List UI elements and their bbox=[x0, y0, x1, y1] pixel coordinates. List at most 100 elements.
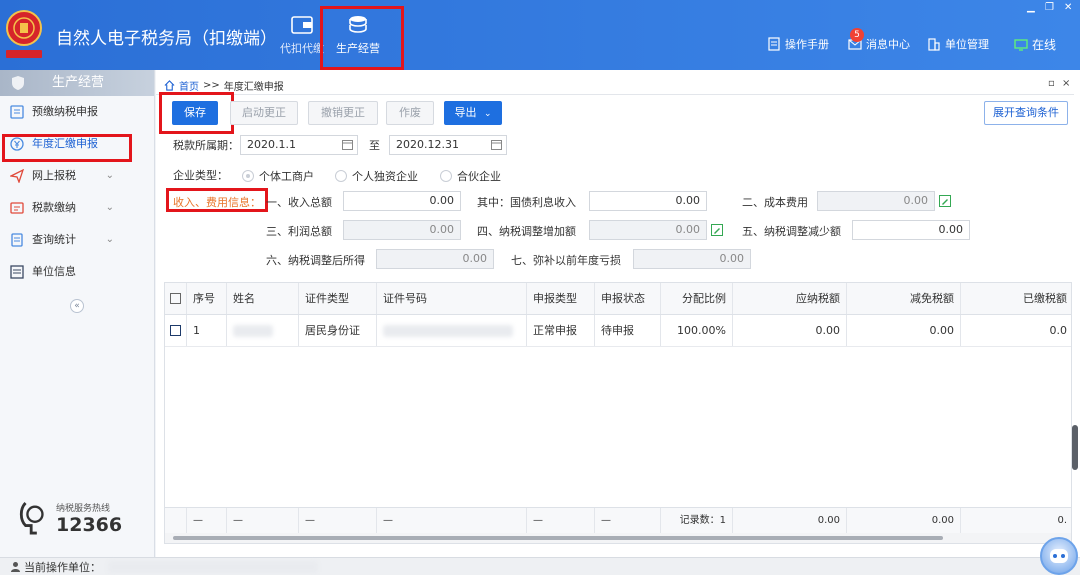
footer-status: — bbox=[595, 508, 661, 533]
period-to-label: 至 bbox=[369, 139, 380, 152]
sidebar-collapse-button[interactable]: « bbox=[70, 299, 84, 313]
unit-management-label: 单位管理 bbox=[945, 38, 989, 51]
hotline-number: 12366 bbox=[56, 514, 123, 536]
online-status-label: 在线 bbox=[1032, 38, 1057, 52]
sidebar-item-tax-payment[interactable]: 税款缴纳 ⌄ bbox=[0, 192, 154, 224]
sidebar-title: 生产经营 bbox=[52, 75, 105, 90]
col-index: 序号 bbox=[187, 283, 227, 314]
edit-icon[interactable] bbox=[711, 224, 723, 236]
breadcrumb-current: 年度汇缴申报 bbox=[223, 82, 284, 93]
enterprise-type-label: 企业类型： bbox=[173, 169, 228, 182]
cancel-correction-button[interactable]: 撤销更正 bbox=[308, 101, 378, 125]
redacted-id-number bbox=[383, 325, 513, 337]
breadcrumb-home[interactable]: 首页 bbox=[179, 78, 199, 93]
chevron-down-icon: ⌄ bbox=[483, 109, 492, 119]
tab-restore-button[interactable]: ▫ bbox=[1048, 78, 1055, 89]
row-checkbox[interactable] bbox=[170, 324, 181, 336]
tab-close-button[interactable]: × bbox=[1062, 78, 1070, 89]
total-profit-label: 三、利润总额 bbox=[266, 225, 332, 238]
cell-status: 待申报 bbox=[595, 315, 661, 346]
hotline-label: 纳税服务热线 bbox=[56, 504, 111, 514]
cell-tax-paid: 0.0 bbox=[1049, 324, 1068, 337]
cell-ratio: 100.00% bbox=[661, 315, 733, 346]
calendar-icon[interactable] bbox=[491, 139, 502, 150]
message-center-label: 消息中心 bbox=[866, 38, 910, 51]
prior-loss-input: 0.00 bbox=[633, 249, 751, 269]
period-from-input[interactable]: 2020.1.1 bbox=[240, 135, 358, 155]
sidebar-item-prepay[interactable]: 预缴纳税申报 bbox=[0, 96, 154, 128]
online-status-link[interactable]: 在线 bbox=[1014, 36, 1056, 53]
select-all-cell[interactable] bbox=[165, 283, 187, 314]
sidebar-item-label: 网上报税 bbox=[32, 169, 76, 182]
sidebar-item-online-filing[interactable]: 网上报税 ⌄ bbox=[0, 160, 154, 192]
sidebar-item-query-stats[interactable]: 查询统计 ⌄ bbox=[0, 224, 154, 256]
current-unit-label: 当前操作单位： bbox=[24, 561, 101, 574]
chevron-down-icon: ⌄ bbox=[105, 170, 114, 181]
wallet-icon bbox=[291, 16, 313, 34]
table-row[interactable]: 1 居民身份证 正常申报 待申报 100.00% 0.00 0.00 0.0 bbox=[165, 315, 1071, 347]
adj-decrease-input[interactable]: 0.00 bbox=[852, 220, 970, 240]
footer-tax-paid: 0. bbox=[1057, 515, 1067, 526]
total-income-input[interactable]: 0.00 bbox=[343, 191, 461, 211]
main-panel: 首页 >> 年度汇缴申报 ▫ × 保存 启动更正 撤销更正 作废 导出 ⌄ 展开… bbox=[156, 70, 1080, 557]
radio-sole-proprietorship[interactable]: 个人独资企业 bbox=[335, 168, 418, 184]
col-id-type: 证件类型 bbox=[299, 283, 377, 314]
export-button[interactable]: 导出 ⌄ bbox=[444, 101, 502, 125]
row-select-cell[interactable] bbox=[165, 315, 187, 346]
col-declare-type: 申报类型 bbox=[527, 283, 595, 314]
vertical-scrollbar-thumb[interactable] bbox=[1072, 425, 1078, 470]
radio-individual-business[interactable]: 个体工商户 bbox=[242, 168, 314, 184]
bond-interest-input[interactable]: 0.00 bbox=[589, 191, 707, 211]
cost-label: 二、成本费用 bbox=[742, 196, 808, 209]
horizontal-scrollbar-thumb[interactable] bbox=[173, 536, 943, 540]
adjusted-income-label: 六、纳税调整后所得 bbox=[266, 254, 365, 267]
close-window-button[interactable]: ✕ bbox=[1064, 2, 1072, 13]
redacted-name bbox=[233, 325, 273, 337]
period-to-value: 2020.12.31 bbox=[396, 138, 459, 151]
void-button[interactable]: 作废 bbox=[386, 101, 434, 125]
footer-record-count: 记录数：1 bbox=[661, 508, 733, 533]
breadcrumb-divider bbox=[156, 94, 1074, 95]
footer-index: — bbox=[187, 508, 227, 533]
hotline-headset-icon bbox=[19, 501, 44, 535]
horizontal-scrollbar[interactable] bbox=[165, 533, 1071, 543]
footer-tax-reduction: 0.00 bbox=[847, 508, 961, 533]
radio-partnership[interactable]: 合伙企业 bbox=[440, 168, 501, 184]
sidebar-item-unit-info[interactable]: 单位信息 bbox=[0, 256, 154, 288]
adj-increase-label: 四、纳税调整增加额 bbox=[477, 225, 576, 238]
prior-loss-label: 七、弥补以前年度亏损 bbox=[511, 254, 621, 267]
col-ratio: 分配比例 bbox=[661, 283, 733, 314]
highlight-section-label bbox=[166, 188, 268, 212]
start-correction-button[interactable]: 启动更正 bbox=[230, 101, 298, 125]
unit-management-link[interactable]: 单位管理 bbox=[927, 36, 989, 52]
cell-name-redacted bbox=[227, 315, 299, 346]
calendar-icon[interactable] bbox=[342, 139, 353, 150]
chevron-down-icon: ⌄ bbox=[105, 202, 114, 213]
manual-link-label: 操作手册 bbox=[785, 38, 829, 51]
edit-icon[interactable] bbox=[939, 195, 951, 207]
home-icon bbox=[164, 80, 175, 91]
cell-id-type: 居民身份证 bbox=[299, 315, 377, 346]
period-label: 税款所属期： bbox=[173, 139, 239, 152]
col-status: 申报状态 bbox=[595, 283, 661, 314]
footer-id-type: — bbox=[299, 508, 377, 533]
app-title: 自然人电子税务局（扣缴端） bbox=[56, 29, 277, 49]
query-icon bbox=[11, 233, 23, 247]
expand-query-button[interactable]: 展开查询条件 bbox=[984, 101, 1068, 125]
send-icon bbox=[10, 169, 24, 183]
sidebar-item-label: 单位信息 bbox=[32, 265, 76, 278]
cell-index: 1 bbox=[187, 315, 227, 346]
radio-label: 合伙企业 bbox=[457, 170, 501, 183]
footer-name: — bbox=[227, 508, 299, 533]
select-all-checkbox[interactable] bbox=[170, 292, 181, 304]
sidebar: 生产经营 预缴纳税申报 年度汇缴申报 网上报税 ⌄ 税款缴纳 ⌄ 查询统计 ⌄ … bbox=[0, 70, 155, 557]
bond-interest-label: 其中：国债利息收入 bbox=[477, 196, 576, 209]
maximize-button[interactable]: ❐ bbox=[1045, 2, 1054, 13]
shield-icon bbox=[12, 76, 24, 90]
tax-bureau-emblem-icon bbox=[6, 10, 42, 58]
minimize-button[interactable]: ▁ bbox=[1027, 2, 1035, 13]
manual-link[interactable]: 操作手册 bbox=[767, 36, 829, 52]
period-to-input[interactable]: 2020.12.31 bbox=[389, 135, 507, 155]
assistant-robot-icon[interactable] bbox=[1040, 537, 1078, 575]
footer-spacer bbox=[165, 508, 187, 533]
